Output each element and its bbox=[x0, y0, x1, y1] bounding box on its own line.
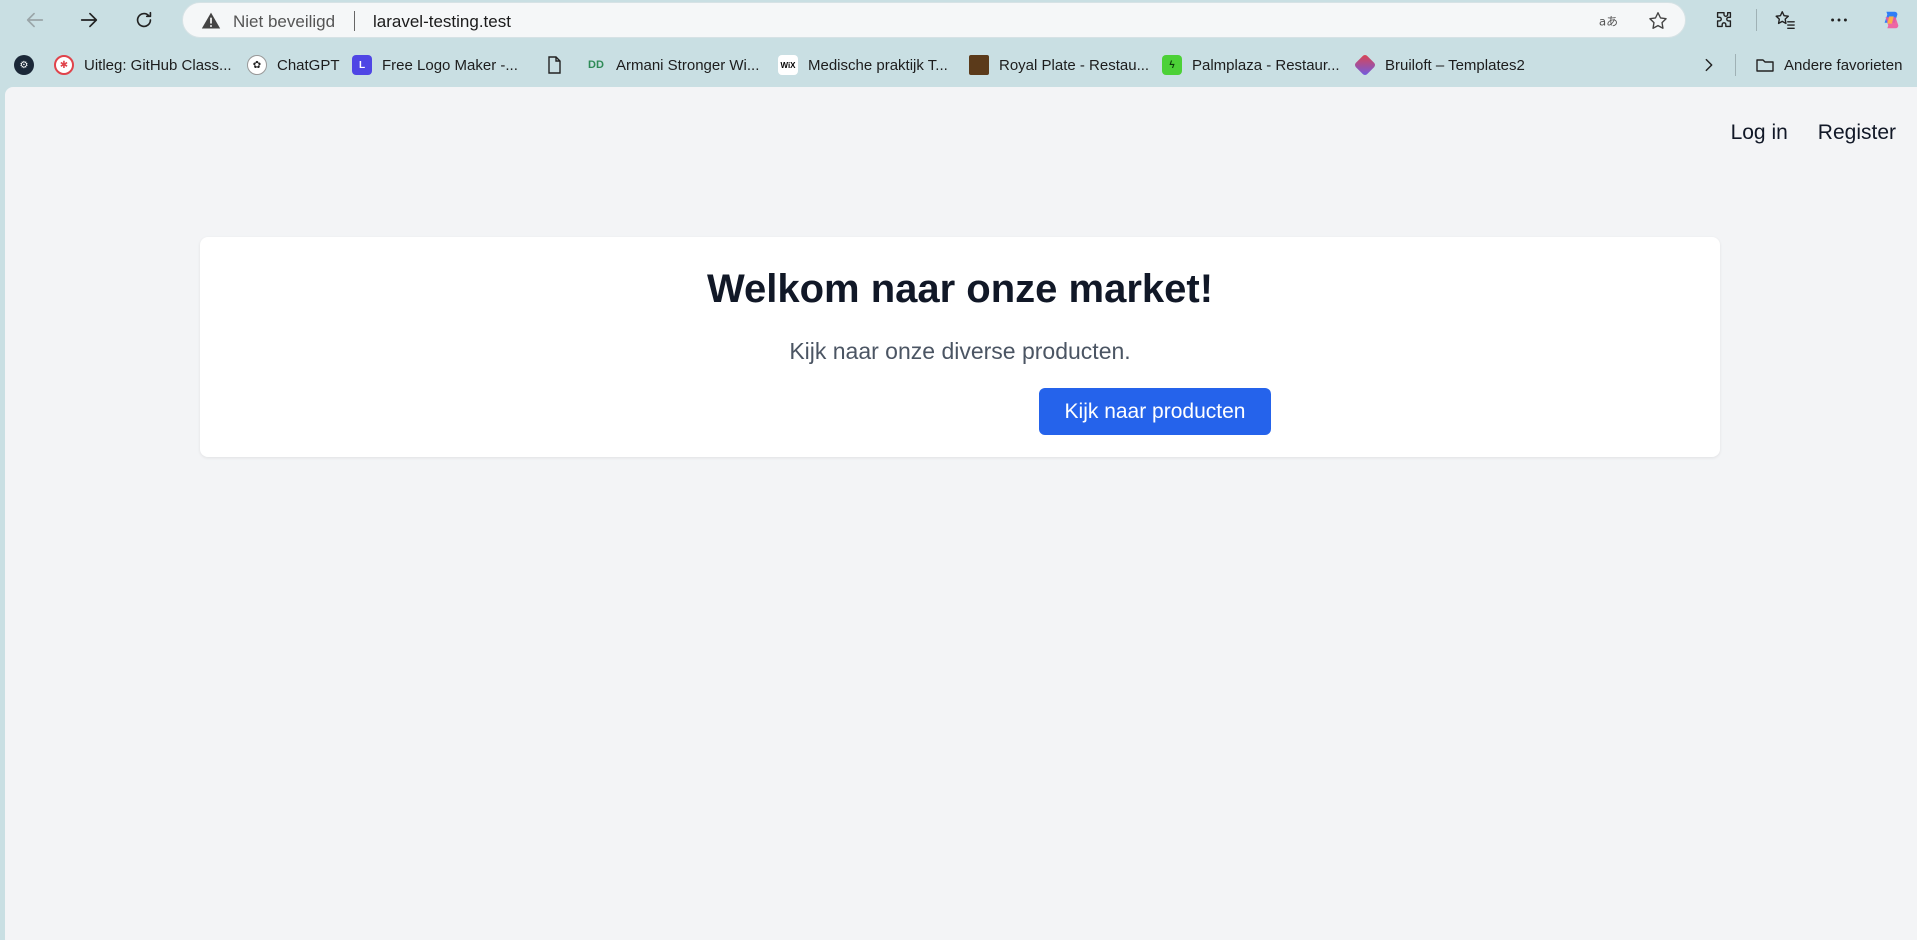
auth-nav: Log in Register bbox=[1731, 121, 1896, 145]
bookmark-github-classroom[interactable]: ✱ Uitleg: GitHub Class... bbox=[54, 50, 232, 80]
folder-icon bbox=[1756, 59, 1774, 72]
toolbar-divider bbox=[1756, 9, 1757, 31]
back-arrow-icon bbox=[26, 12, 44, 28]
palmplaza-icon: ϟ bbox=[1162, 55, 1182, 75]
copilot-button[interactable] bbox=[1874, 4, 1908, 36]
chevron-right-icon bbox=[1705, 58, 1713, 72]
logo-maker-icon: L bbox=[352, 55, 372, 75]
bookmark-bruiloft[interactable]: Bruiloft – Templates2 bbox=[1353, 50, 1525, 80]
bookmarks-divider bbox=[1735, 54, 1736, 76]
steam-icon: ⚙ bbox=[14, 55, 34, 75]
chatgpt-icon: ✿ bbox=[247, 55, 267, 75]
address-separator bbox=[354, 11, 355, 31]
page-subtitle: Kijk naar onze diverse producten. bbox=[789, 338, 1131, 364]
forward-button[interactable] bbox=[72, 4, 106, 36]
reload-button[interactable] bbox=[127, 4, 161, 36]
forward-arrow-icon bbox=[80, 12, 98, 28]
extensions-button[interactable] bbox=[1707, 4, 1741, 36]
bookmark-royal-plate[interactable]: Royal Plate - Restau... bbox=[969, 50, 1149, 80]
favorites-button[interactable] bbox=[1768, 4, 1802, 36]
armani-icon: DD bbox=[588, 59, 604, 71]
star-icon[interactable] bbox=[1647, 10, 1669, 32]
bookmark-label: Medische praktijk T... bbox=[808, 56, 948, 74]
login-link[interactable]: Log in bbox=[1731, 121, 1788, 145]
royal-plate-icon bbox=[969, 55, 989, 75]
url-text[interactable]: laravel-testing.test bbox=[373, 12, 511, 32]
copilot-icon bbox=[1884, 11, 1899, 29]
github-classroom-icon: ✱ bbox=[54, 55, 74, 75]
browser-toolbar: Niet beveiligd laravel-testing.test aあ bbox=[0, 0, 1917, 40]
bookmark-steam[interactable]: ⚙ bbox=[14, 50, 34, 80]
reload-icon bbox=[136, 11, 152, 28]
bookmark-label: Free Logo Maker -... bbox=[382, 56, 518, 74]
more-dots-icon bbox=[1831, 18, 1847, 22]
bookmark-document[interactable] bbox=[544, 50, 564, 80]
bookmarks-bar: ⚙ ✱ Uitleg: GitHub Class... ✿ ChatGPT L … bbox=[0, 44, 1917, 86]
bookmark-label: Bruiloft – Templates2 bbox=[1385, 56, 1525, 74]
document-icon bbox=[548, 56, 561, 74]
more-button[interactable] bbox=[1822, 4, 1856, 36]
bookmark-label: Uitleg: GitHub Class... bbox=[84, 56, 232, 74]
register-link[interactable]: Register bbox=[1818, 121, 1896, 145]
bookmark-medische-praktijk[interactable]: WiX Medische praktijk T... bbox=[778, 50, 948, 80]
address-bar[interactable]: Niet beveiligd laravel-testing.test aあ bbox=[182, 2, 1686, 38]
page-title: Welkom naar onze market! bbox=[706, 267, 1214, 311]
back-button[interactable] bbox=[18, 4, 52, 36]
other-favorites-folder[interactable]: Andere favorieten bbox=[1755, 50, 1902, 80]
bookmark-label: Armani Stronger Wi... bbox=[616, 56, 760, 74]
bookmark-palmplaza[interactable]: ϟ Palmplaza - Restaur... bbox=[1162, 50, 1340, 80]
bookmark-chatgpt[interactable]: ✿ ChatGPT bbox=[247, 50, 340, 80]
bookmark-armani[interactable]: DD Armani Stronger Wi... bbox=[586, 50, 759, 80]
wix-icon: WiX bbox=[778, 55, 798, 75]
welcome-card: Welkom naar onze market! Kijk naar onze … bbox=[200, 237, 1720, 457]
security-label[interactable]: Niet beveiligd bbox=[233, 12, 335, 32]
warning-icon[interactable] bbox=[201, 11, 221, 31]
bookmark-label: Palmplaza - Restaur... bbox=[1192, 56, 1340, 74]
bookmark-label: ChatGPT bbox=[277, 56, 340, 74]
other-favorites-label: Andere favorieten bbox=[1784, 56, 1903, 74]
page-viewport: Log in Register Welkom naar onze market!… bbox=[5, 87, 1917, 940]
favorites-star-list-icon bbox=[1775, 11, 1795, 29]
puzzle-icon bbox=[1716, 11, 1732, 28]
bookmark-logo-maker[interactable]: L Free Logo Maker -... bbox=[352, 50, 518, 80]
bruiloft-icon bbox=[1353, 53, 1377, 77]
view-products-button[interactable]: Kijk naar producten bbox=[1039, 388, 1271, 435]
translate-icon[interactable]: aあ bbox=[1597, 10, 1619, 32]
svg-text:aあ: aあ bbox=[1599, 15, 1618, 29]
bookmarks-overflow-button[interactable] bbox=[1700, 50, 1718, 80]
bookmark-label: Royal Plate - Restau... bbox=[999, 56, 1150, 74]
